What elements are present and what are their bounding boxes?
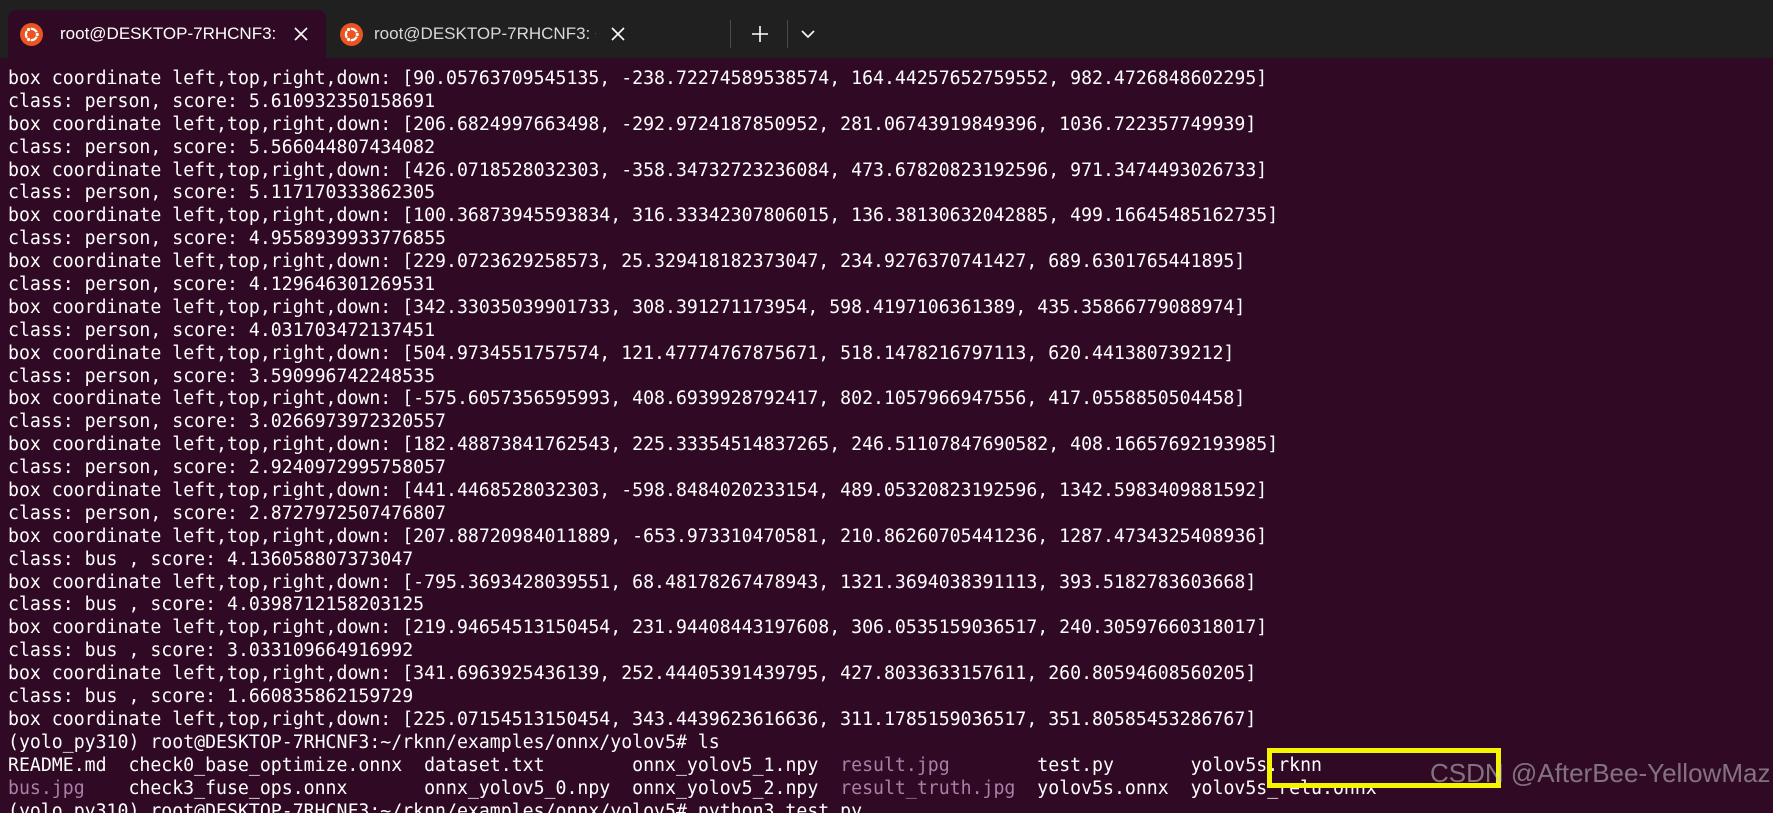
- file-entry: result.jpg: [840, 754, 950, 776]
- tab-bar: root@DESKTOP-7RHCNF3: ~/ root@DESKTOP-7R…: [0, 0, 1773, 58]
- file-entry: onnx_yolov5_1.npy: [632, 754, 819, 776]
- file-entry: README.md: [8, 754, 107, 776]
- file-entry: yolov5s.onnx: [1037, 777, 1169, 799]
- plus-icon[interactable]: [748, 22, 772, 46]
- file-entry: check3_fuse_ops.onnx: [128, 777, 348, 799]
- watermark: CSDN @AfterBee-YellowMaz: [1430, 758, 1771, 788]
- terminal-line: box coordinate left,top,right,down: [219…: [8, 617, 1268, 639]
- terminal-line: class: bus , score: 3.033109664916992: [8, 640, 414, 662]
- close-icon[interactable]: [289, 22, 313, 46]
- terminal-line: class: bus , score: 4.0398712158203125: [8, 594, 425, 616]
- terminal-line: class: person, score: 4.129646301269531: [8, 274, 436, 296]
- terminal-line: box coordinate left,top,right,down: [426…: [8, 159, 1268, 181]
- terminal-line: box coordinate left,top,right,down: [90.…: [8, 68, 1268, 89]
- chevron-down-icon[interactable]: [796, 22, 820, 46]
- terminal-line: class: person, score: 4.031703472137451: [8, 319, 436, 341]
- terminal-line: class: person, score: 2.8727972507476807: [8, 502, 446, 524]
- terminal-line: box coordinate left,top,right,down: [207…: [8, 525, 1268, 547]
- terminal-line: class: person, score: 5.610932350158691: [8, 90, 436, 112]
- tab-divider: [787, 20, 788, 48]
- terminal-line: box coordinate left,top,right,down: [-57…: [8, 388, 1246, 410]
- tab-divider: [730, 20, 731, 48]
- terminal-line: box coordinate left,top,right,down: [229…: [8, 251, 1246, 273]
- terminal-line: box coordinate left,top,right,down: [206…: [8, 113, 1257, 135]
- terminal-output[interactable]: box coordinate left,top,right,down: [90.…: [8, 68, 1768, 813]
- terminal-line: class: person, score: 4.9558939933776855: [8, 228, 446, 250]
- terminal-line: box coordinate left,top,right,down: [504…: [8, 342, 1235, 364]
- terminal-prompt-line: (yolo_py310) root@DESKTOP-7RHCNF3:~/rknn…: [8, 800, 863, 813]
- tab-2[interactable]: root@DESKTOP-7RHCNF3: ~/r: [328, 10, 646, 58]
- terminal-line: class: person, score: 5.566044807434082: [8, 136, 436, 158]
- terminal-line: box coordinate left,top,right,down: [100…: [8, 205, 1279, 227]
- terminal-line: box coordinate left,top,right,down: [182…: [8, 434, 1279, 456]
- terminal-line: class: person, score: 3.0266973972320557: [8, 411, 446, 433]
- close-icon[interactable]: [606, 22, 630, 46]
- file-entry: onnx_yolov5_0.npy: [424, 777, 611, 799]
- terminal-line: box coordinate left,top,right,down: [225…: [8, 708, 1257, 730]
- ubuntu-logo-icon: [20, 23, 43, 46]
- terminal-line: box coordinate left,top,right,down: [-79…: [8, 571, 1257, 593]
- terminal-window: root@DESKTOP-7RHCNF3: ~/ root@DESKTOP-7R…: [0, 0, 1773, 813]
- terminal-line: class: person, score: 5.117170333862305: [8, 182, 436, 204]
- file-entry: result_truth.jpg: [840, 777, 1016, 799]
- tab-title: root@DESKTOP-7RHCNF3: ~/r: [374, 24, 596, 43]
- terminal-line: box coordinate left,top,right,down: [341…: [8, 663, 1257, 685]
- file-entry: check0_base_optimize.onnx: [128, 754, 403, 776]
- terminal-line: class: bus , score: 4.136058807373047: [8, 548, 414, 570]
- file-entry: test.py: [1037, 754, 1114, 776]
- file-entry: dataset.txt: [424, 754, 545, 776]
- file-entry: bus.jpg: [8, 777, 85, 799]
- tab-1[interactable]: root@DESKTOP-7RHCNF3: ~/: [8, 10, 326, 58]
- terminal-line: class: bus , score: 1.660835862159729: [8, 686, 414, 708]
- tab-title: root@DESKTOP-7RHCNF3: ~/: [60, 24, 280, 43]
- ubuntu-logo-icon: [340, 23, 363, 46]
- terminal-line: box coordinate left,top,right,down: [342…: [8, 296, 1246, 318]
- file-entry: onnx_yolov5_2.npy: [632, 777, 819, 799]
- terminal-line: (yolo_py310) root@DESKTOP-7RHCNF3:~/rknn…: [8, 731, 720, 753]
- terminal-line: box coordinate left,top,right,down: [441…: [8, 480, 1268, 502]
- terminal-line: class: person, score: 2.9240972995758057: [8, 457, 446, 479]
- terminal-line: class: person, score: 3.590996742248535: [8, 365, 436, 387]
